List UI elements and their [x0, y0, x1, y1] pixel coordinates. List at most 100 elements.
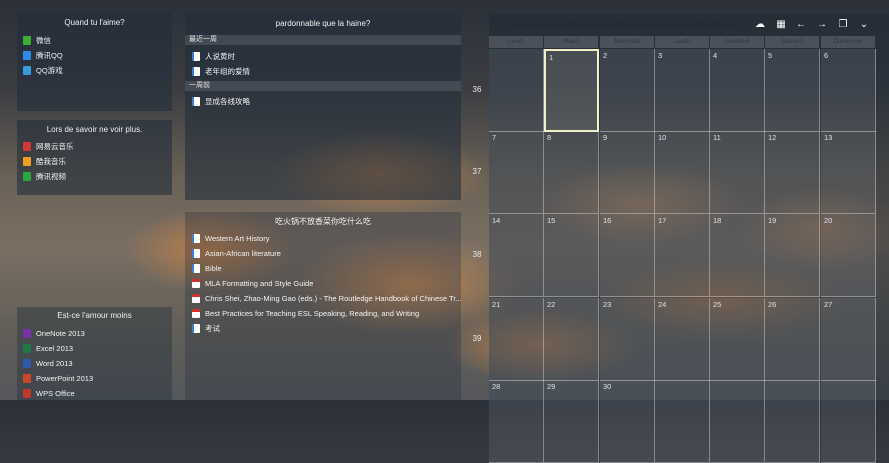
document-item[interactable]: Chris Shei, Zhao-Ming Gao (eds.) - The R…	[192, 291, 462, 305]
calendar-day[interactable]: 25	[710, 298, 765, 381]
app-item-wechat[interactable]: 微信	[23, 33, 51, 47]
calendar-day[interactable]: 23	[600, 298, 655, 381]
calendar-day[interactable]: 24	[655, 298, 710, 381]
document-item[interactable]: Bible	[192, 261, 222, 275]
calendar-day[interactable]: 26	[765, 298, 820, 381]
file-label: 老年组的爱情	[205, 66, 250, 76]
calendar-day[interactable]	[489, 49, 544, 132]
app-label: Word 2013	[36, 358, 73, 368]
app-label: 微信	[36, 35, 51, 45]
document-icon	[192, 51, 200, 61]
calendar-day[interactable]: 7	[489, 131, 544, 214]
file-label: MLA Formatting and Style Guide	[205, 278, 314, 288]
app-item-qq[interactable]: 腾讯QQ	[23, 48, 63, 62]
app-item-netease-music[interactable]: 网易云音乐	[23, 139, 74, 153]
app-item-qq-game[interactable]: QQ游戏	[23, 63, 63, 77]
calendar-day[interactable]: 18	[710, 214, 765, 297]
calendar-day[interactable]: 2	[600, 49, 655, 132]
document-item[interactable]: Western Art History	[192, 231, 269, 245]
recent-file-item[interactable]: 老年组的爱情	[192, 64, 250, 78]
calendar-day[interactable]: 13	[821, 131, 876, 214]
calendar-day[interactable]: 19	[765, 214, 820, 297]
recent-file-item[interactable]: 显成各线攻略	[192, 94, 250, 108]
calendar-day[interactable]: 15	[544, 214, 599, 297]
calendar-day[interactable]: 4	[710, 49, 765, 132]
day-number: 9	[603, 133, 608, 142]
day-number: 25	[713, 300, 722, 309]
calendar-day[interactable]: 17	[655, 214, 710, 297]
calendar-day[interactable]: 6	[821, 49, 876, 132]
group-header-last-week: 最近一周	[185, 35, 461, 45]
document-item[interactable]: Best Practices for Teaching ESL Speaking…	[192, 306, 419, 320]
calendar-day[interactable]	[655, 380, 710, 463]
panel-title: Lors de savoir ne voir plus.	[46, 125, 143, 134]
app-item-powerpoint[interactable]: PowerPoint 2013	[23, 371, 93, 385]
calendar-day[interactable]: 21	[489, 298, 544, 381]
calendar-day[interactable]: 11	[710, 131, 765, 214]
app-item-wps-office[interactable]: WPS Office	[23, 386, 75, 400]
calendar-day[interactable]	[710, 380, 765, 463]
panel-title: Est-ce l'amour moins	[57, 311, 132, 320]
day-number: 15	[547, 216, 556, 225]
calendar-day[interactable]: 14	[489, 214, 544, 297]
qq-icon	[23, 50, 31, 60]
day-number: 19	[768, 216, 777, 225]
app-item-kuwo-music[interactable]: 酷我音乐	[23, 154, 66, 168]
document-icon	[192, 233, 200, 243]
onenote-icon	[23, 328, 31, 338]
apps-panel-office: Est-ce l'amour moins OneNote 2013 Excel …	[17, 307, 172, 400]
app-item-word[interactable]: Word 2013	[23, 356, 73, 370]
file-label: 显成各线攻略	[205, 96, 250, 106]
calendar-day[interactable]: 5	[765, 49, 820, 132]
calendar-day[interactable]: 29	[544, 380, 599, 463]
calendar-day[interactable]: 28	[489, 380, 544, 463]
day-number: 13	[824, 133, 833, 142]
calendar-day[interactable]: 12	[765, 131, 820, 214]
day-number: 11	[713, 133, 721, 142]
apps-panel-media: Lors de savoir ne voir plus. 网易云音乐 酷我音乐 …	[17, 120, 172, 195]
wechat-icon	[23, 35, 31, 45]
pdf-icon	[192, 293, 200, 303]
app-label: WPS Office	[36, 388, 75, 398]
calendar-day[interactable]: 8	[544, 131, 599, 214]
document-item[interactable]: Asian-African literature	[192, 246, 281, 260]
calendar-day[interactable]: 3	[655, 49, 710, 132]
calendar-day[interactable]: 27	[821, 298, 876, 381]
panel-title: Quand tu l'aime?	[64, 18, 125, 27]
day-number: 18	[713, 216, 722, 225]
file-label: Chris Shei, Zhao-Ming Gao (eds.) - The R…	[205, 293, 462, 303]
day-number: 16	[603, 216, 612, 225]
calendar-day[interactable]	[765, 380, 820, 463]
documents-panel: 吃火锅不放香菜你吃什么吃 Western Art History Asian-A…	[185, 212, 462, 400]
week-number: 37	[472, 167, 482, 176]
calendar-day[interactable]	[821, 380, 876, 463]
document-icon	[192, 96, 200, 106]
calendar-day[interactable]: 9	[600, 131, 655, 214]
calendar-day[interactable]: 30	[600, 380, 655, 463]
calendar-day-today[interactable]: 1	[544, 49, 599, 132]
group-header-older: 一周前	[185, 81, 461, 91]
app-label: Excel 2013	[36, 343, 74, 353]
powerpoint-icon	[23, 373, 31, 383]
recent-file-item[interactable]: 人说黄时	[192, 49, 235, 63]
kuwo-music-icon	[23, 156, 31, 166]
day-number: 5	[768, 51, 773, 60]
day-number: 8	[547, 133, 552, 142]
app-label: QQ游戏	[36, 65, 63, 75]
file-label: Asian-African literature	[205, 248, 281, 258]
day-number: 28	[492, 382, 501, 391]
document-item[interactable]: MLA Formatting and Style Guide	[192, 276, 313, 290]
calendar-day[interactable]: 16	[600, 214, 655, 297]
day-number: 6	[824, 51, 829, 60]
calendar-day[interactable]: 10	[655, 131, 710, 214]
app-item-onenote[interactable]: OneNote 2013	[23, 326, 85, 340]
calendar-day[interactable]: 20	[821, 214, 876, 297]
app-item-excel[interactable]: Excel 2013	[23, 341, 73, 355]
apps-panel-social: Quand tu l'aime? 微信 腾讯QQ QQ游戏	[17, 13, 172, 111]
calendar-day[interactable]: 22	[544, 298, 599, 381]
app-item-tencent-video[interactable]: 腾讯视频	[23, 169, 66, 183]
document-item[interactable]: 考试	[192, 321, 220, 335]
app-label: 腾讯视频	[36, 171, 66, 181]
recent-files-panel: pardonnable que la haine? 最近一周 人说黄时 老年组的…	[185, 13, 461, 200]
file-label: Bible	[205, 263, 222, 273]
